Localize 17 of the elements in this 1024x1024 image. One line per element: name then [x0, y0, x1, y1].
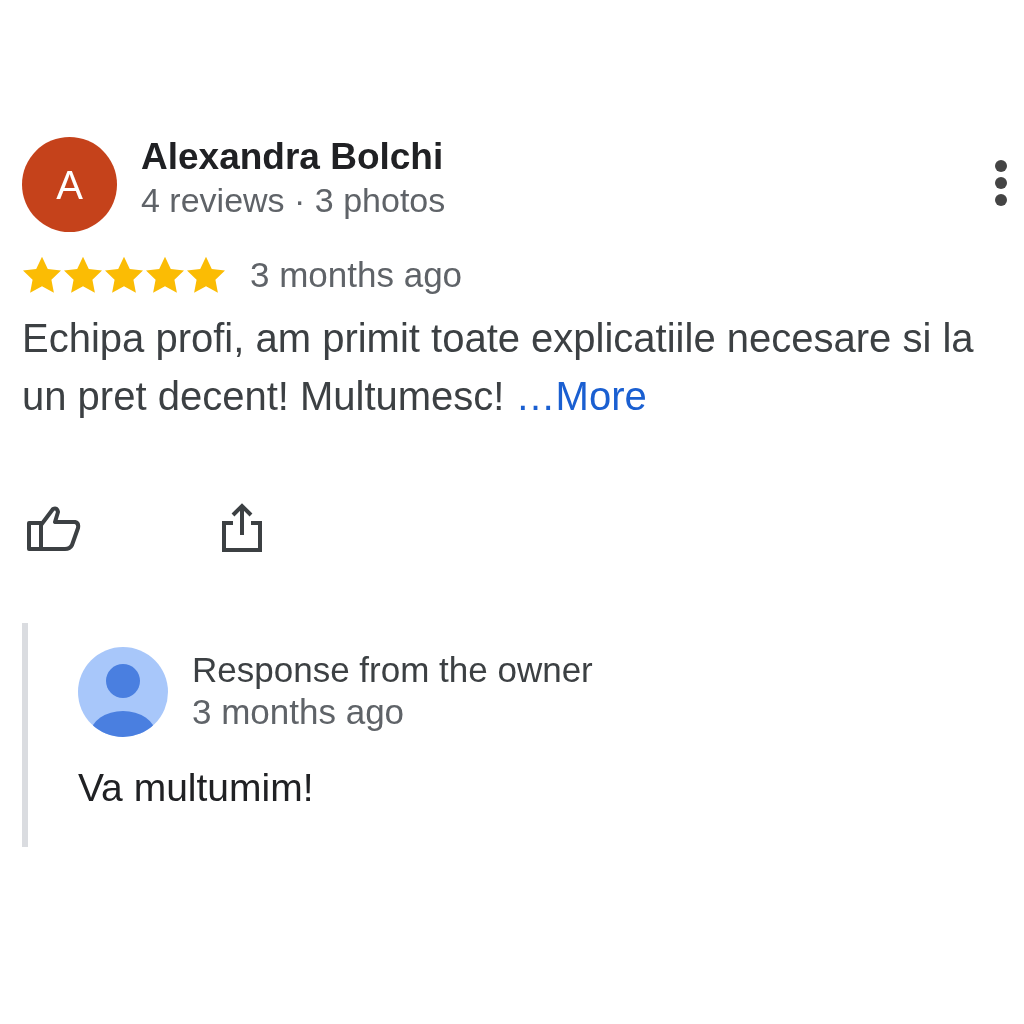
star-icon: [145, 256, 185, 295]
star-icon: [63, 256, 103, 295]
star-icon: [22, 256, 62, 295]
reply-time: 3 months ago: [192, 693, 406, 732]
star-icon: [186, 256, 226, 295]
star-icon: [104, 256, 144, 295]
more-link[interactable]: …More: [515, 373, 647, 418]
avatar: A: [22, 137, 117, 232]
reply-title: Response from the owner: [192, 650, 593, 689]
share-icon[interactable]: [221, 502, 263, 553]
review-text: Echipa profi, am primit toate explicatiile necesare si la un pret decent! Multumesc! …More: [22, 314, 975, 420]
reply-text: Va multumim!: [78, 764, 315, 811]
author-name[interactable]: Alexandra Bolchi: [141, 137, 994, 178]
author-stats: 4 reviews · 3 photos: [141, 181, 447, 220]
more-options-icon[interactable]: [994, 159, 1008, 207]
thumbs-up-icon[interactable]: [27, 504, 81, 551]
review-time: 3 months ago: [250, 256, 463, 295]
